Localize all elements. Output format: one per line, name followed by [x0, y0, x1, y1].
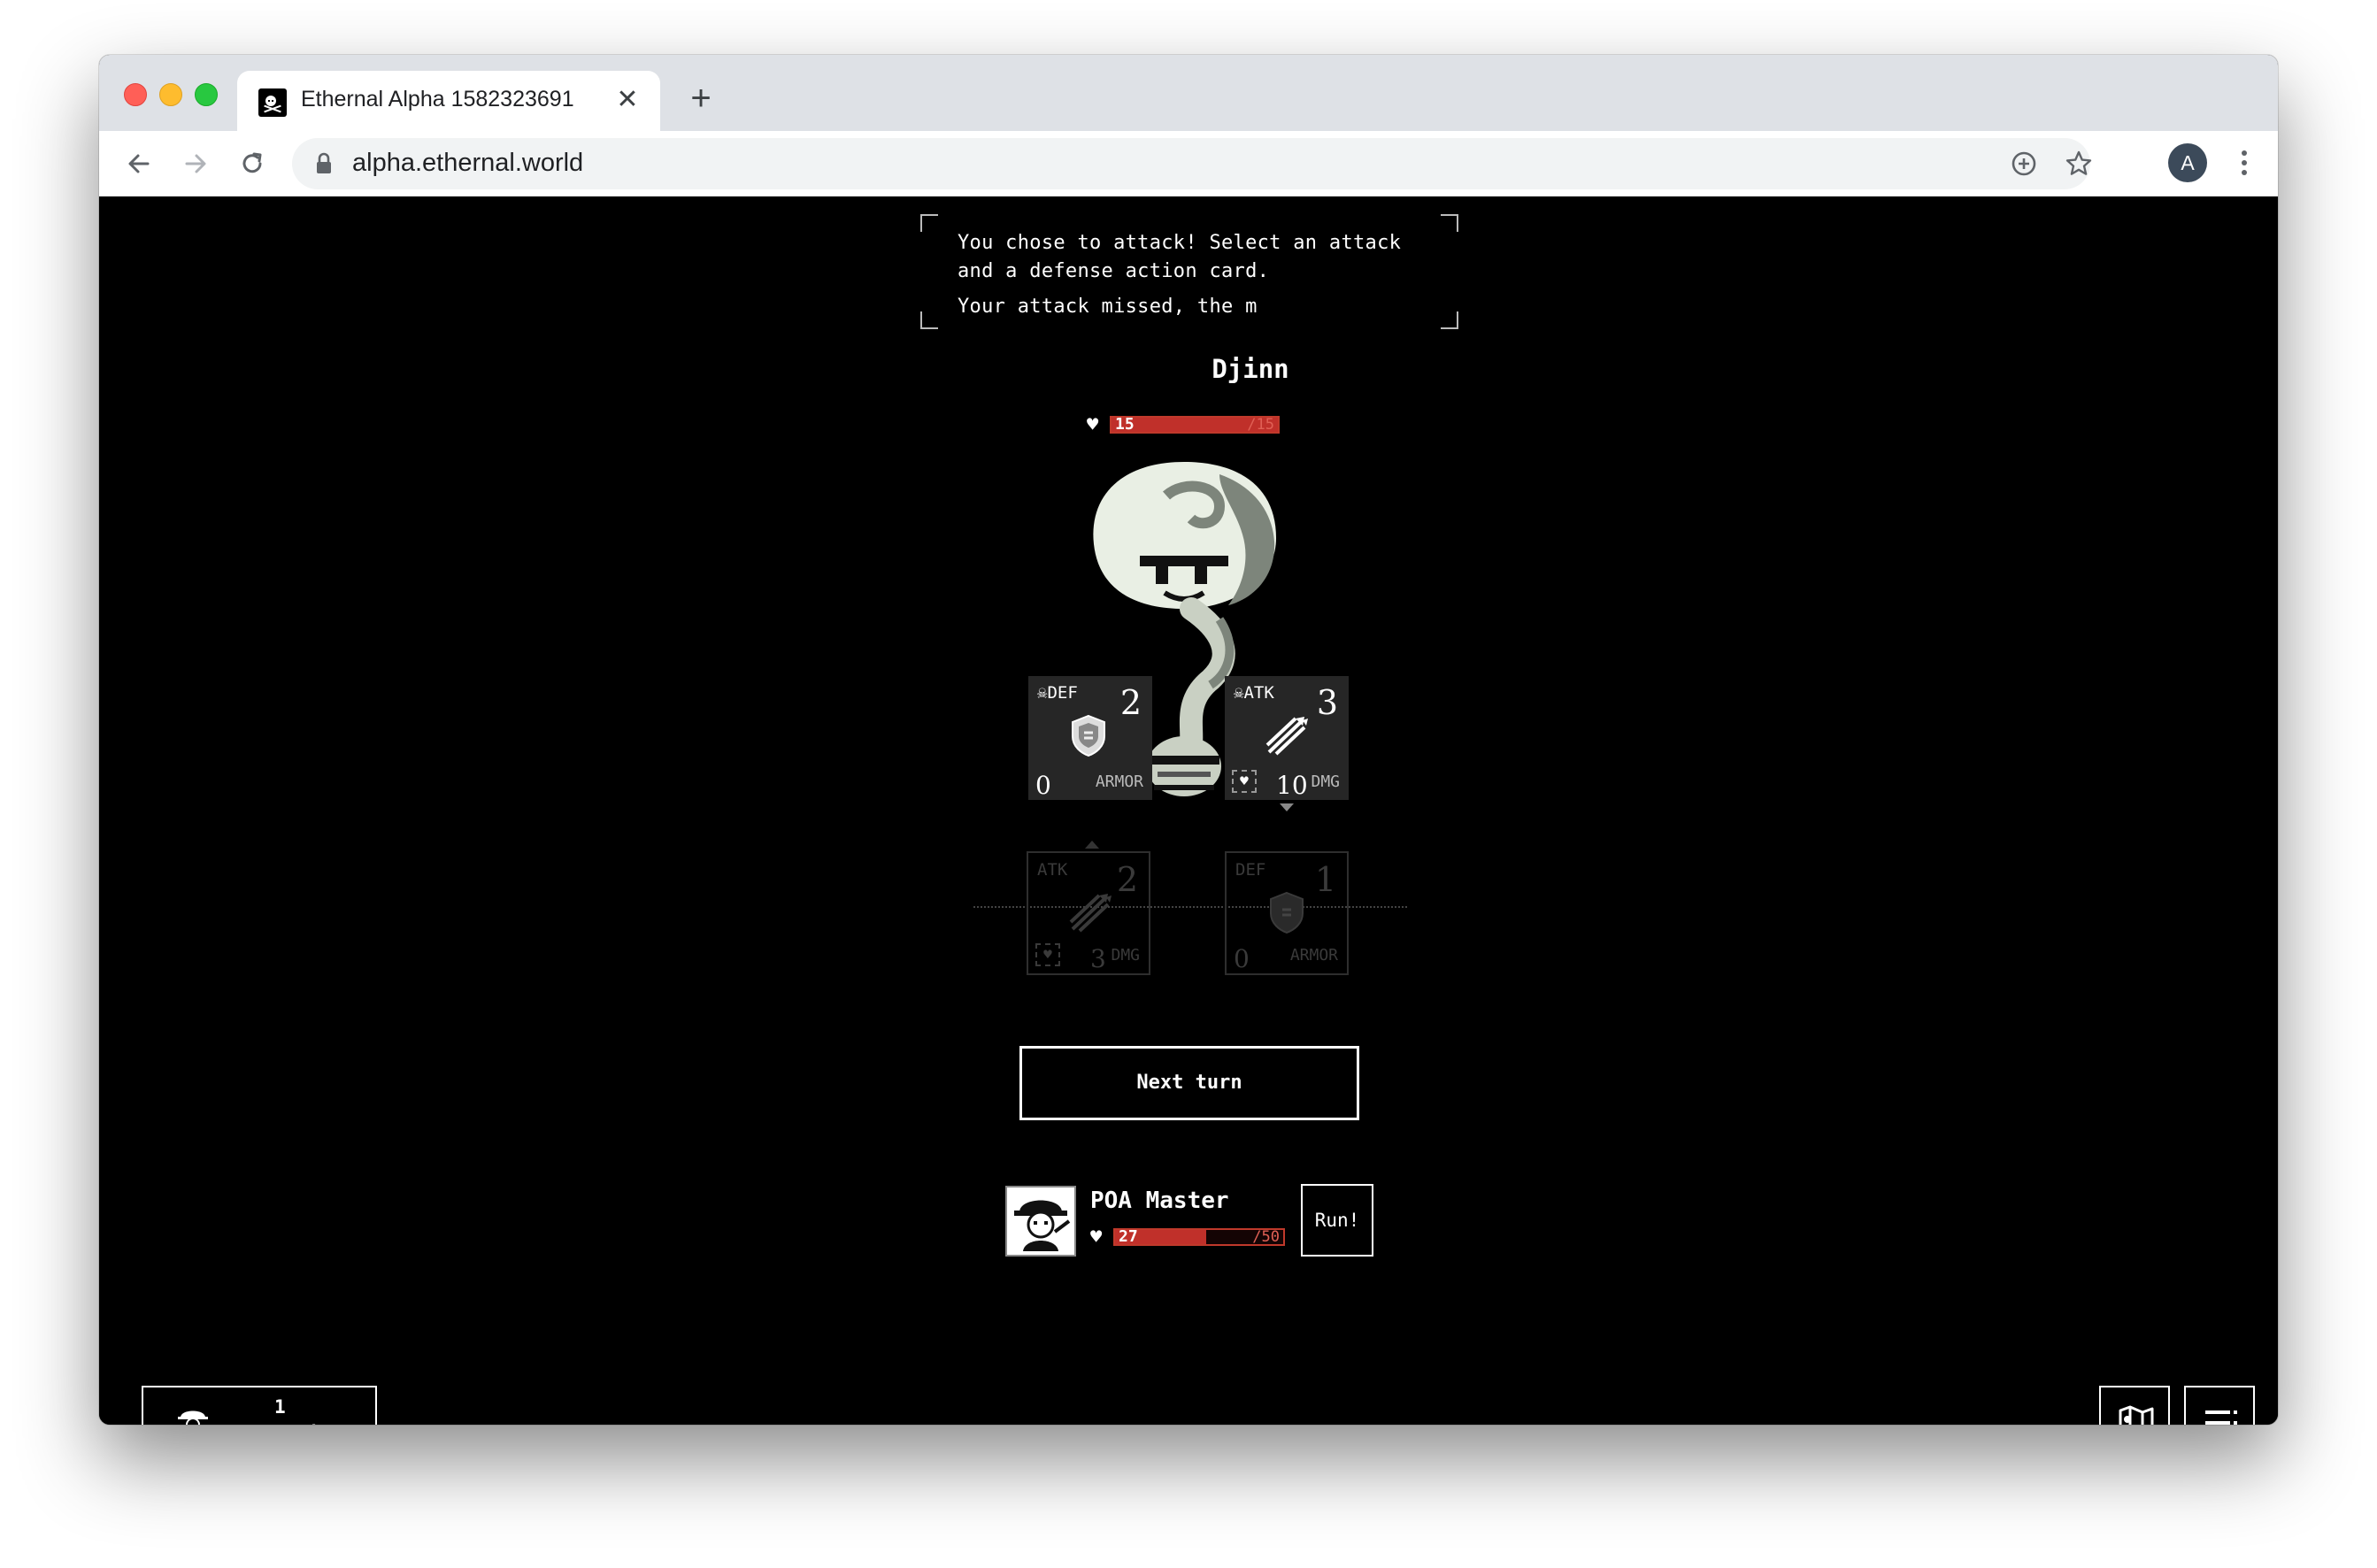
enemy-attack-card: ☠ATK 3 ♥ 10 DMG	[1225, 676, 1349, 800]
browser-tab-active[interactable]: Ethernal Alpha 1582323691 ✕	[237, 71, 660, 131]
battle-log-line: and a defense action card.	[958, 260, 1270, 282]
player-hp-max: /50	[1252, 1228, 1280, 1246]
star-icon[interactable]	[2064, 149, 2094, 179]
card-unit: ARMOR	[1289, 946, 1338, 965]
arrows-icon	[1069, 894, 1112, 933]
card-type: ☠ATK	[1234, 683, 1274, 703]
arrow-left-icon	[128, 154, 150, 173]
player-hp-value: 27	[1119, 1228, 1138, 1246]
card-secondary-value: 10	[1276, 771, 1308, 800]
heart-icon: ♥	[1090, 1226, 1103, 1249]
online-count: 1	[274, 1396, 286, 1418]
online-label: online	[274, 1423, 342, 1425]
online-players-panel[interactable]: 1 online	[142, 1386, 377, 1425]
pirate-flag-icon	[258, 88, 287, 117]
player-attack-card[interactable]: ATK 2 ♥ 3 DMG	[1027, 851, 1150, 975]
next-turn-button[interactable]: Next turn	[1019, 1046, 1359, 1120]
battle-log: You chose to attack! Select an attack an…	[920, 214, 1458, 329]
shield-icon	[1270, 891, 1304, 934]
minimize-window-button[interactable]	[159, 83, 182, 106]
enemy-hp-value: 15	[1115, 416, 1135, 434]
close-window-button[interactable]	[124, 83, 147, 106]
tab-close-button[interactable]: ✕	[612, 85, 642, 115]
maximize-window-button[interactable]	[195, 83, 218, 106]
reload-button[interactable]	[232, 143, 273, 184]
hamburger-menu-icon	[2205, 1410, 2237, 1425]
new-tab-button[interactable]: +	[683, 81, 719, 117]
shield-icon	[1072, 714, 1105, 757]
card-unit: DMG	[1111, 946, 1140, 965]
battle-log-line: Your attack missed, the m	[958, 296, 1258, 318]
caret-down-icon	[1280, 803, 1294, 811]
lock-icon	[317, 152, 331, 173]
url-text: alpha.ethernal.world	[352, 149, 584, 177]
kebab-menu-icon[interactable]	[2225, 143, 2264, 182]
enemy-hp-max: /15	[1247, 416, 1274, 434]
card-secondary-value: 0	[1234, 944, 1250, 973]
card-value: 2	[1119, 683, 1142, 722]
forward-button[interactable]	[175, 143, 216, 184]
address-bar[interactable]: alpha.ethernal.world	[292, 138, 2092, 189]
back-button[interactable]	[119, 143, 159, 184]
player-name: POA Master	[1090, 1188, 1229, 1214]
heart-icon: ♥	[1232, 770, 1257, 793]
player-avatar	[1005, 1186, 1076, 1257]
tab-strip: Ethernal Alpha 1582323691 ✕ +	[99, 55, 2278, 131]
plus-circle-icon[interactable]	[2009, 149, 2039, 179]
enemy-hp-bar: 15 /15	[1110, 416, 1280, 434]
enemy-name: Djinn	[1212, 354, 1289, 384]
game-viewport: You chose to attack! Select an attack an…	[99, 196, 2278, 1425]
card-value: 3	[1316, 683, 1338, 722]
card-value: 2	[1116, 860, 1138, 899]
caret-up-icon	[1085, 841, 1099, 849]
map-icon	[2119, 1405, 2154, 1425]
tab-title: Ethernal Alpha 1582323691	[301, 87, 574, 111]
battle-log-line: You chose to attack! Select an attack	[958, 232, 1402, 254]
arrows-icon	[1265, 717, 1308, 756]
card-value: 1	[1314, 860, 1336, 899]
card-secondary-value: 3	[1090, 944, 1106, 973]
player-avatar-icon	[178, 1410, 208, 1425]
card-type: ATK	[1037, 860, 1068, 880]
player-hp-bar: 27 /50	[1113, 1228, 1285, 1246]
enemy-defense-card: ☠DEF 2 0 ARMOR	[1028, 676, 1152, 800]
card-unit: ARMOR	[1095, 772, 1143, 791]
heart-icon: ♥	[1035, 943, 1060, 966]
player-defense-card[interactable]: DEF 1 0 ARMOR	[1225, 851, 1349, 975]
map-button[interactable]	[2099, 1386, 2170, 1425]
arrow-right-icon	[185, 154, 206, 173]
run-button[interactable]: Run!	[1301, 1184, 1373, 1257]
card-type: DEF	[1235, 860, 1266, 880]
card-secondary-value: 0	[1035, 771, 1051, 800]
heart-icon: ♥	[1087, 414, 1099, 436]
browser-window: Ethernal Alpha 1582323691 ✕ + alpha.ethe…	[99, 55, 2278, 1425]
reload-icon	[242, 152, 262, 173]
game-menu-button[interactable]	[2184, 1386, 2255, 1425]
profile-avatar[interactable]: A	[2168, 143, 2207, 182]
card-type: ☠DEF	[1037, 683, 1078, 703]
card-unit: DMG	[1311, 772, 1340, 791]
